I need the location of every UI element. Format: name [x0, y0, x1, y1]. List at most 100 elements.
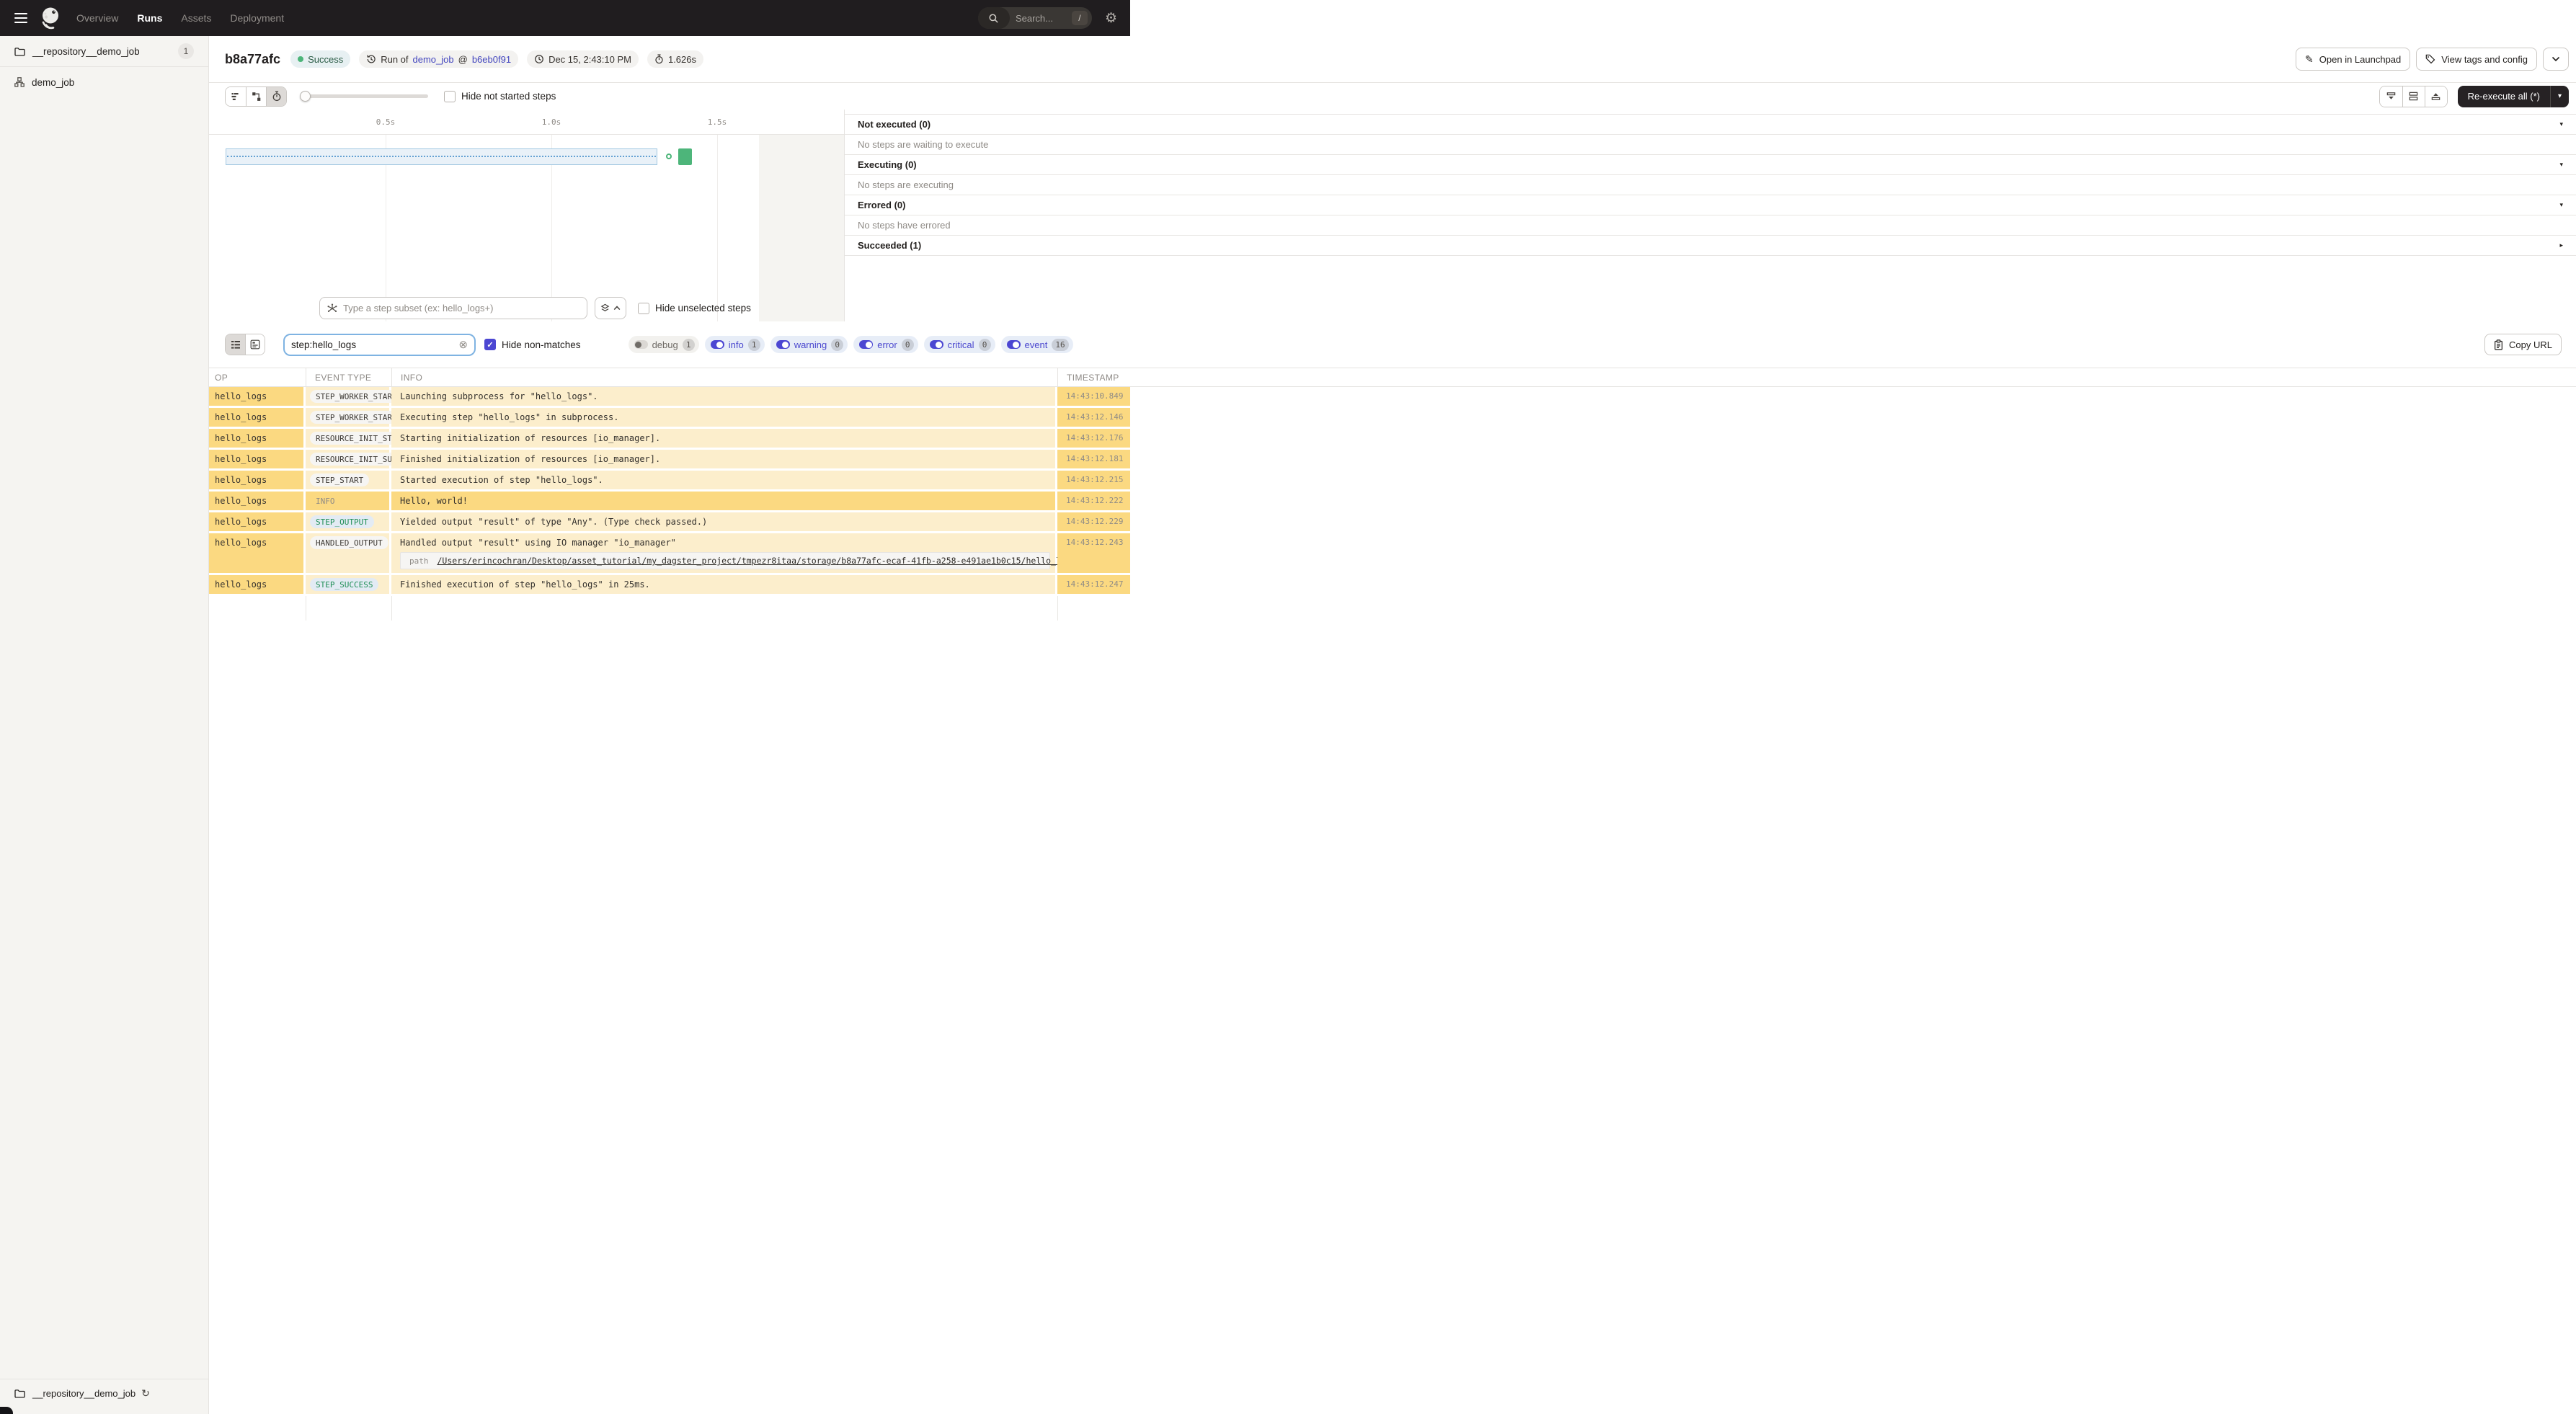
job-link[interactable]: demo_job — [413, 54, 454, 65]
structured-view-button[interactable] — [245, 334, 265, 355]
toggle-knob — [936, 341, 943, 348]
log-level-error[interactable]: error 0 — [853, 336, 918, 353]
log-row[interactable]: hello_logs HANDLED_OUTPUT Handled output "… — [209, 533, 2576, 573]
step-subset-input[interactable] — [343, 303, 579, 314]
toggle-icon — [710, 340, 724, 349]
checkbox-checked-icon[interactable]: ✓ — [484, 339, 496, 350]
split-panels-button[interactable] — [2402, 86, 2425, 107]
re-execute-menu-button[interactable]: ▾ — [2550, 85, 2569, 107]
log-row[interactable]: hello_logs INFO Hello, world! 14:43:12.222 — [209, 492, 2576, 510]
log-level-label: critical — [947, 339, 974, 350]
nav-link-assets[interactable]: Assets — [181, 12, 211, 24]
axis-tick: 1.5s — [707, 117, 727, 127]
sidebar-item-demo-job[interactable]: demo_job — [0, 67, 208, 97]
chevron-down-icon: ▾ — [2559, 161, 2563, 168]
re-execute-all-button[interactable]: Re-execute all (*) — [2458, 86, 2550, 107]
log-message: Hello, world! — [400, 496, 468, 506]
status-badge: Success — [290, 50, 351, 68]
log-level-event[interactable]: event 16 — [1000, 336, 1073, 353]
log-op-cell: hello_logs — [209, 408, 306, 427]
log-level-warning[interactable]: warning 0 — [770, 336, 848, 353]
toggle-icon — [929, 340, 943, 349]
log-op-cell: hello_logs — [209, 429, 306, 448]
collapse-panel-down-button[interactable] — [2379, 86, 2402, 107]
hide-unselected-checkbox[interactable]: Hide unselected steps — [638, 302, 751, 314]
gantt-timed-view-button[interactable] — [266, 86, 286, 106]
stream-view-button[interactable] — [226, 334, 245, 355]
col-header-info: INFO — [391, 368, 1057, 386]
job-graph-icon — [14, 77, 25, 87]
step-section-title: Executing (0) — [858, 159, 917, 170]
nav-link-deployment[interactable]: Deployment — [230, 12, 284, 24]
commit-link[interactable]: b6eb0f91 — [472, 54, 511, 65]
log-op-cell: hello_logs — [209, 512, 306, 531]
graph-query-toggle-button[interactable] — [595, 297, 626, 319]
log-message: Finished initialization of resources [io… — [400, 454, 661, 464]
slider-handle[interactable] — [300, 91, 311, 102]
log-timestamp-cell: 14:43:12.181 — [1057, 450, 1130, 468]
log-level-critical[interactable]: critical 0 — [923, 336, 995, 353]
log-section: ⊗ ✓ Hide non-matches debug1 info1 warning0… — [209, 321, 2576, 621]
step-section-errored[interactable]: Errored (0) ▾ — [845, 195, 2576, 215]
metadata-path-link[interactable]: /Users/erincochran/Desktop/asset_tutoria… — [438, 556, 1111, 566]
checkbox-unchecked-icon[interactable] — [444, 90, 456, 102]
log-op-cell: hello_logs — [209, 575, 306, 594]
log-filter-input[interactable] — [291, 339, 459, 350]
log-op-cell: hello_logs — [209, 492, 306, 510]
gantt-waterfall-view-button[interactable] — [246, 86, 266, 106]
log-row[interactable]: hello_logs STEP_SUCCESS Finished execution… — [209, 575, 2576, 594]
log-message: Finished execution of step "hello_logs" … — [400, 579, 650, 590]
log-row[interactable]: hello_logs STEP_OUTPUT Yielded output "res… — [209, 512, 2576, 531]
log-level-info[interactable]: info 1 — [704, 336, 765, 353]
log-op-cell: hello_logs — [209, 471, 306, 489]
chevron-down-icon — [2551, 56, 2560, 62]
gantt-flat-view-button[interactable] — [226, 86, 246, 106]
open-in-launchpad-button[interactable]: ✎ Open in Launchpad — [2296, 48, 2411, 71]
copy-url-button[interactable]: Copy URL — [2484, 334, 2562, 355]
chevron-down-icon: ▾ — [2559, 201, 2563, 208]
step-section-succeeded[interactable]: Succeeded (1) ▸ — [845, 236, 2576, 256]
col-header-timestamp: TIMESTAMP — [1057, 368, 1130, 386]
checkbox-unchecked-icon[interactable] — [638, 302, 649, 314]
hide-non-matches-checkbox[interactable]: ✓ Hide non-matches — [484, 339, 581, 350]
clear-filter-icon[interactable]: ⊗ — [458, 339, 468, 350]
collapse-panel-up-button[interactable] — [2424, 86, 2447, 107]
step-section-executing[interactable]: Executing (0) ▾ — [845, 155, 2576, 175]
sidebar-repo-header[interactable]: __repository__demo_job 1 — [0, 36, 208, 67]
header-actions: ✎ Open in Launchpad View tags and config — [2296, 48, 2569, 71]
list-view-icon — [231, 340, 240, 349]
hide-not-started-checkbox[interactable]: Hide not started steps — [444, 90, 556, 102]
step-section-not-executed[interactable]: Not executed (0) ▾ — [845, 115, 2576, 135]
nav-link-runs[interactable]: Runs — [137, 12, 162, 24]
log-row[interactable]: hello_logs STEP_START Started execution of… — [209, 471, 2576, 489]
log-event-type-cell: HANDLED_OUTPUT — [306, 533, 391, 573]
log-row[interactable]: hello_logs STEP_WORKER_STARTI… Launching s… — [209, 387, 2576, 406]
re-execute-split-button: Re-execute all (*) ▾ — [2457, 85, 2569, 107]
log-level-debug[interactable]: debug 1 — [628, 336, 699, 353]
log-row[interactable]: hello_logs RESOURCE_INIT_SUCC… Finished in… — [209, 450, 2576, 468]
dagster-logo-icon[interactable] — [39, 6, 62, 30]
log-table-header: OP EVENT TYPE INFO TIMESTAMP — [209, 368, 2576, 387]
col-header-event-type: EVENT TYPE — [306, 368, 391, 386]
log-event-type-cell: STEP_START — [306, 471, 391, 489]
view-tags-config-button[interactable]: View tags and config — [2416, 48, 2537, 71]
job-name: demo_job — [32, 76, 75, 88]
gear-icon[interactable]: ⚙ — [1105, 12, 1117, 25]
more-run-actions-button[interactable] — [2543, 48, 2569, 71]
axis-tick: 1.0s — [541, 117, 561, 127]
structured-view-icon — [250, 339, 260, 350]
tag-icon — [2425, 54, 2435, 64]
refresh-icon[interactable]: ↻ — [141, 1388, 150, 1398]
log-row[interactable]: hello_logs STEP_WORKER_STARTED Executing s… — [209, 408, 2576, 427]
gantt-zoom-slider[interactable] — [300, 91, 428, 102]
global-search-input[interactable]: Search... / — [977, 7, 1092, 29]
log-row[interactable]: hello_logs RESOURCE_INIT_STAR… Starting in… — [209, 429, 2576, 448]
menu-icon[interactable] — [14, 13, 27, 23]
run-duration-pill: 1.626s — [647, 50, 704, 68]
log-filter-row: ⊗ ✓ Hide non-matches debug1 info1 warning0… — [209, 321, 2576, 368]
toggle-icon — [776, 340, 790, 349]
log-level-label: warning — [794, 339, 827, 350]
gantt-step-bar-hello-logs[interactable] — [678, 148, 692, 165]
nav-link-overview[interactable]: Overview — [76, 12, 118, 24]
success-dot-icon — [298, 56, 304, 62]
